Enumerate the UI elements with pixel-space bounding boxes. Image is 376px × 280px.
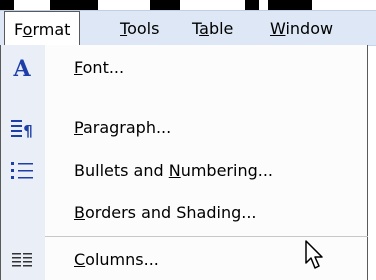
menu-table[interactable]: Table	[182, 11, 243, 46]
bullets-icon	[9, 159, 35, 183]
menu-separator	[45, 236, 368, 237]
paragraph-label-accel: P	[74, 118, 83, 137]
columns-label-post: olumns...	[85, 250, 159, 269]
menu-tools-accel: T	[120, 19, 128, 38]
bullets-label-pre: Bullets and	[74, 161, 169, 180]
font-label-accel: F	[74, 58, 83, 77]
bullets-label-accel: N	[168, 161, 181, 180]
menu-item-columns-label: Columns...	[74, 240, 159, 280]
cropped-banner-graphic	[0, 0, 376, 10]
svg-text:¶: ¶	[23, 122, 33, 140]
menu-item-borders-label: Borders and Shading...	[74, 193, 257, 233]
menu-format[interactable]: Format	[4, 11, 81, 48]
menu-item-bullets-label: Bullets and Numbering...	[74, 151, 273, 191]
menu-item-bullets-numbering[interactable]: Bullets and Numbering...	[1, 151, 368, 191]
font-icon: A	[9, 56, 35, 82]
mouse-pointer-icon	[305, 240, 327, 272]
borders-label-post: orders and Shading...	[84, 203, 257, 222]
menu-item-paragraph-label: Paragraph...	[74, 108, 171, 148]
menu-window-post: indow	[285, 19, 334, 38]
menu-format-accel: o	[22, 20, 33, 39]
bullets-label-post: umbering...	[180, 161, 274, 180]
menu-item-font[interactable]: A Font...	[1, 48, 368, 88]
menu-format-pre: F	[14, 20, 23, 39]
menu-item-font-label: Font...	[74, 48, 124, 88]
borders-label-accel: B	[74, 203, 85, 222]
word-format-menu-screen: Format Tools Table Window A Font... ¶ Pa…	[0, 0, 376, 280]
menu-window[interactable]: Window	[260, 11, 343, 46]
menu-table-post: ble	[208, 19, 234, 38]
menu-item-paragraph[interactable]: ¶ Paragraph...	[1, 108, 368, 148]
menu-tools-post: ools	[127, 19, 160, 38]
columns-icon	[9, 248, 35, 272]
menu-bar: Format Tools Table Window	[0, 10, 376, 48]
paragraph-icon: ¶	[9, 116, 35, 140]
menu-tools[interactable]: Tools	[110, 11, 169, 46]
menu-format-post: rmat	[32, 20, 71, 39]
paragraph-label-post: aragraph...	[82, 118, 172, 137]
menu-item-borders-shading[interactable]: Borders and Shading...	[1, 193, 368, 233]
menu-window-accel: W	[270, 19, 286, 38]
columns-label-accel: C	[74, 250, 86, 269]
font-label-post: ont...	[82, 58, 125, 77]
menu-table-accel: a	[199, 19, 209, 38]
svg-text:A: A	[12, 56, 31, 80]
